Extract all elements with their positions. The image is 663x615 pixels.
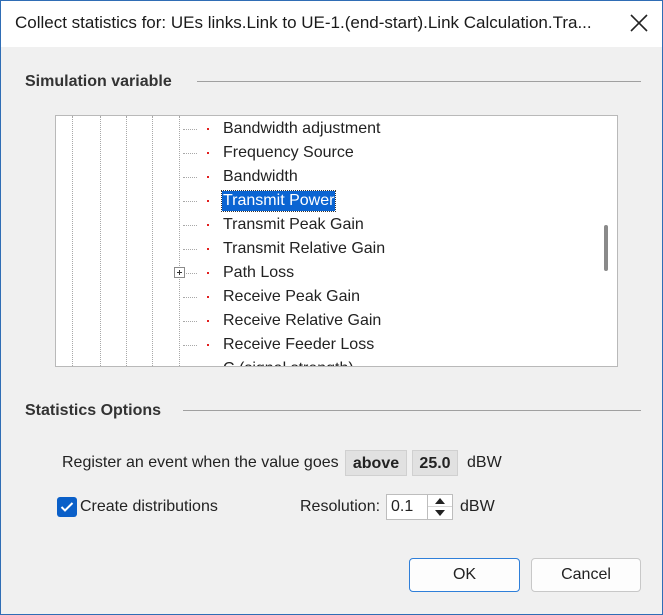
- variable-bullet-icon: [207, 248, 209, 250]
- tree-item[interactable]: Transmit Peak Gain: [56, 213, 596, 237]
- variable-bullet-icon: [207, 320, 209, 322]
- variable-bullet-icon: [207, 128, 209, 130]
- resolution-label: Resolution:: [300, 498, 381, 515]
- statistics-options-header: Statistics Options: [25, 402, 162, 419]
- close-button[interactable]: [616, 1, 662, 47]
- spin-up-button[interactable]: [428, 495, 452, 507]
- section-divider: [183, 410, 641, 411]
- tree-item[interactable]: Receive Relative Gain: [56, 309, 596, 333]
- scrollbar-thumb[interactable]: [604, 225, 608, 271]
- event-direction-selector[interactable]: above: [345, 450, 407, 476]
- variable-bullet-icon: [207, 224, 209, 226]
- tree-item[interactable]: Transmit Relative Gain: [56, 237, 596, 261]
- simulation-variable-tree[interactable]: Bandwidth adjustment Frequency Source Band…: [55, 115, 618, 367]
- tree-item[interactable]: C (signal strength): [56, 357, 596, 366]
- close-icon: [630, 14, 648, 32]
- tree-item-label[interactable]: Frequency Source: [222, 143, 355, 163]
- tree-item-label[interactable]: Receive Peak Gain: [222, 287, 361, 307]
- tree-item-label[interactable]: Bandwidth: [222, 167, 299, 187]
- section-divider: [197, 81, 641, 82]
- expand-plus-icon[interactable]: [174, 267, 185, 278]
- variable-bullet-icon: [207, 200, 209, 202]
- arrow-down-icon: [435, 510, 445, 516]
- resolution-input[interactable]: 0.1: [386, 494, 428, 520]
- tree-item-label[interactable]: Path Loss: [222, 263, 295, 283]
- tree-item[interactable]: Bandwidth: [56, 165, 596, 189]
- tree-connector: [183, 129, 197, 130]
- tree-connector: [183, 321, 197, 322]
- collect-statistics-dialog: Collect statistics for: UEs links.Link t…: [0, 0, 663, 615]
- tree-item-label[interactable]: Receive Feeder Loss: [222, 335, 375, 355]
- create-distributions-label[interactable]: Create distributions: [80, 498, 218, 516]
- variable-bullet-icon: [207, 152, 209, 154]
- tree-connector: [186, 273, 197, 274]
- tree-item-label[interactable]: Transmit Relative Gain: [222, 239, 386, 259]
- tree-connector: [183, 345, 197, 346]
- tree-connector: [183, 153, 197, 154]
- tree-item[interactable]: Receive Feeder Loss: [56, 333, 596, 357]
- variable-bullet-icon: [207, 272, 209, 274]
- resolution-spinner[interactable]: [427, 494, 453, 520]
- resolution-unit-label: dBW: [460, 498, 495, 515]
- tree-item[interactable]: Receive Peak Gain: [56, 285, 596, 309]
- tree-connector: [183, 249, 197, 250]
- event-label: Register an event when the value goes: [62, 454, 339, 471]
- tree-item[interactable]: Bandwidth adjustment: [56, 117, 596, 141]
- event-unit-label: dBW: [467, 454, 502, 471]
- variable-bullet-icon: [207, 176, 209, 178]
- event-threshold-field[interactable]: 25.0: [412, 450, 458, 476]
- tree-connector: [183, 177, 197, 178]
- create-distributions-checkbox[interactable]: [57, 497, 77, 517]
- tree-item[interactable]: Transmit Power: [56, 189, 596, 213]
- variable-bullet-icon: [207, 344, 209, 346]
- tree-connector: [183, 225, 197, 226]
- variable-bullet-icon: [207, 296, 209, 298]
- spin-down-button[interactable]: [428, 507, 452, 519]
- tree-item-label[interactable]: Transmit Peak Gain: [222, 215, 365, 235]
- tree-item[interactable]: Path Loss: [56, 261, 596, 285]
- tree-item-label[interactable]: C (signal strength): [222, 359, 355, 366]
- window-title: Collect statistics for: UEs links.Link t…: [15, 13, 592, 32]
- title-bar: Collect statistics for: UEs links.Link t…: [1, 1, 662, 47]
- tree-connector: [183, 297, 197, 298]
- tree-item-label[interactable]: Transmit Power: [220, 190, 337, 212]
- tree-connector: [183, 201, 197, 202]
- tree-item[interactable]: Frequency Source: [56, 141, 596, 165]
- tree-scrollbar[interactable]: [595, 116, 617, 366]
- ok-button[interactable]: OK: [409, 558, 520, 592]
- tree-item-label[interactable]: Bandwidth adjustment: [222, 119, 381, 139]
- tree-item-label[interactable]: Receive Relative Gain: [222, 311, 382, 331]
- cancel-button[interactable]: Cancel: [531, 558, 641, 592]
- checkmark-icon: [60, 502, 74, 512]
- simulation-variable-header: Simulation variable: [25, 73, 172, 90]
- arrow-up-icon: [435, 498, 445, 504]
